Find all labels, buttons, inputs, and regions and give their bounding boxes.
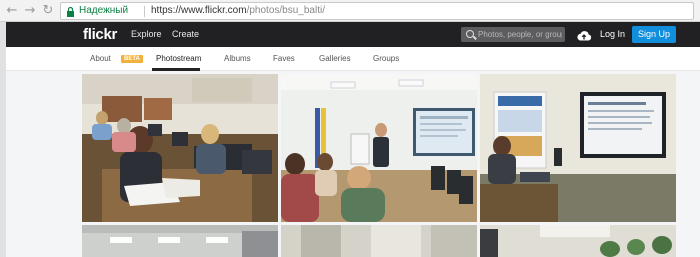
browser-toolbar: ← → ↻ Надежный https://www.flickr.com/ph… xyxy=(0,0,700,22)
subnav-about[interactable]: About xyxy=(90,54,111,63)
nav-create[interactable]: Create xyxy=(172,29,199,39)
photo-lecture-projector[interactable] xyxy=(281,74,477,222)
photo-grid xyxy=(0,71,700,257)
beta-badge: BETA xyxy=(121,55,143,63)
photo-ceiling-lights[interactable] xyxy=(82,225,278,257)
cloud-upload-icon[interactable] xyxy=(576,30,592,41)
nav-explore[interactable]: Explore xyxy=(131,29,162,39)
lock-icon xyxy=(67,6,74,17)
url-text: https://www.flickr.com/photos/bsu_balti/ xyxy=(151,5,325,16)
url-path: /photos/bsu_balti/ xyxy=(246,5,325,16)
photo-classroom-plants[interactable] xyxy=(480,225,676,257)
photo-presentation-room[interactable] xyxy=(480,74,676,222)
arrow-left-icon[interactable]: ← xyxy=(4,3,20,19)
photo-windows-room[interactable] xyxy=(281,225,477,257)
site-header: flickr Explore Create Log In Sign Up xyxy=(0,22,700,47)
url-host: https://www.flickr.com xyxy=(151,5,247,16)
subnav-galleries[interactable]: Galleries xyxy=(319,54,351,63)
address-bar[interactable]: Надежный https://www.flickr.com/photos/b… xyxy=(60,2,694,20)
subnav-photostream[interactable]: Photostream xyxy=(156,54,201,63)
profile-subnav: About BETA Photostream Albums Faves Gall… xyxy=(0,47,700,71)
login-link[interactable]: Log In xyxy=(600,29,625,39)
secure-label: Надежный xyxy=(79,5,129,16)
search-icon xyxy=(466,30,474,38)
flickr-logo[interactable]: flickr xyxy=(83,26,117,43)
reload-icon[interactable]: ↻ xyxy=(40,3,56,19)
arrow-right-icon[interactable]: → xyxy=(22,3,38,19)
search-input[interactable] xyxy=(478,28,562,41)
subnav-groups[interactable]: Groups xyxy=(373,54,399,63)
signup-button[interactable]: Sign Up xyxy=(632,26,676,43)
subnav-albums[interactable]: Albums xyxy=(224,54,251,63)
photo-computer-class[interactable] xyxy=(82,74,278,222)
search-box[interactable] xyxy=(461,27,565,42)
subnav-faves[interactable]: Faves xyxy=(273,54,295,63)
